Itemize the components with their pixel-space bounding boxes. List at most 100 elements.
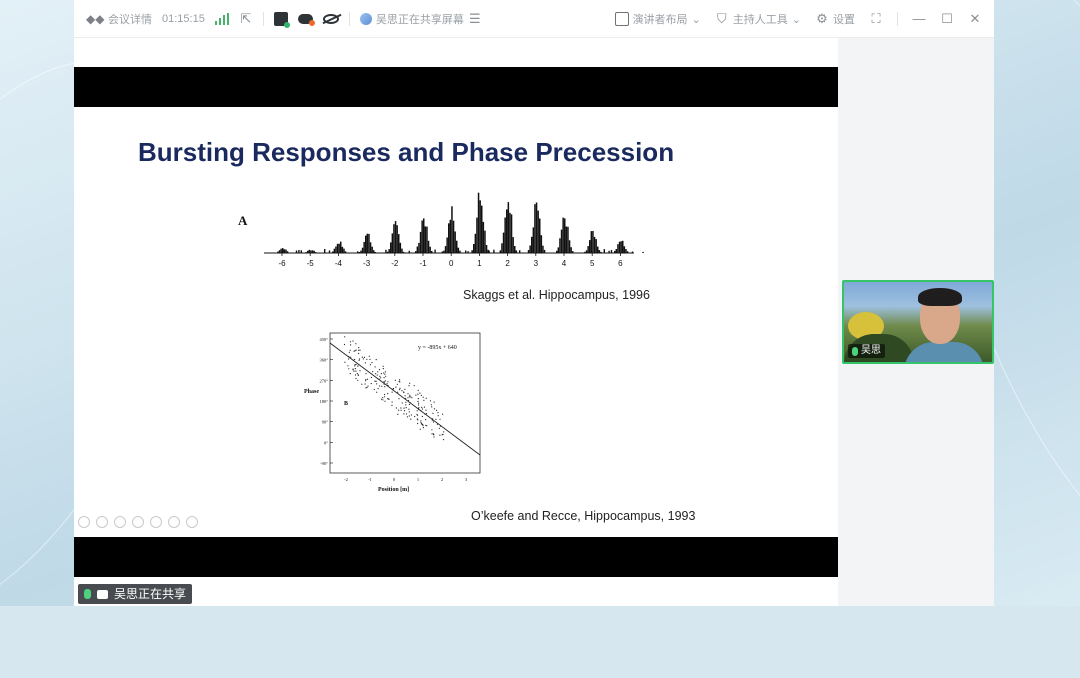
scatter-point: [417, 401, 418, 402]
histogram-bar: [363, 242, 365, 253]
fullscreen-icon[interactable]: ⛶: [869, 12, 883, 26]
ytick-label: 360°: [319, 358, 328, 363]
histogram-bar: [570, 247, 572, 253]
hide-view-icon[interactable]: [323, 14, 339, 24]
scatter-point: [379, 369, 380, 370]
scatter-point: [417, 394, 418, 395]
scatter-point: [362, 357, 363, 358]
scatter-point: [385, 371, 386, 372]
scatter-point: [404, 389, 405, 390]
scatter-point: [369, 359, 370, 360]
next-slide-icon[interactable]: [96, 516, 108, 528]
histogram-bar: [398, 234, 400, 253]
histogram-bar: [620, 241, 622, 253]
scatter-point: [399, 379, 400, 380]
meeting-details-button[interactable]: ◆◆ 会议详情: [86, 11, 152, 27]
pen-icon[interactable]: [114, 516, 126, 528]
histogram-bar: [367, 234, 369, 253]
histogram-bar: [456, 241, 458, 253]
histogram-bar: [559, 238, 561, 253]
scatter-point: [406, 413, 407, 414]
histogram-bar: [458, 248, 460, 253]
shield-icon: ⛉: [715, 12, 729, 26]
tick-label: 6: [618, 259, 623, 268]
histogram-bar: [481, 206, 483, 253]
xtick-label: 1: [417, 477, 419, 482]
scatter-point: [421, 423, 422, 424]
scatter-point: [414, 416, 415, 417]
histogram-bar: [285, 250, 287, 254]
histogram-bar: [597, 247, 599, 253]
histogram-bar: [619, 242, 621, 253]
histogram-bar: [473, 244, 475, 253]
record-icon[interactable]: [274, 12, 288, 26]
caption-okeefe: O’keefe and Recce, Hippocampus, 1993: [471, 509, 695, 523]
ytick-label: 180°: [319, 399, 328, 404]
histogram-bar: [476, 218, 478, 253]
scatter-point: [439, 419, 440, 420]
scatter-point: [407, 416, 408, 417]
scatter-point: [357, 380, 358, 381]
histogram-bar: [616, 249, 618, 253]
histogram-bar: [420, 232, 422, 253]
figure-b-panel-label: B: [344, 401, 348, 407]
scatter-point: [403, 392, 404, 393]
cloud-record-icon[interactable]: [298, 14, 313, 24]
histogram-bar: [642, 252, 644, 253]
scatter-point: [397, 384, 398, 385]
scatter-point: [395, 380, 396, 381]
figure-b-xlabel: Position [m]: [378, 487, 409, 493]
more-options-icon[interactable]: [186, 516, 198, 528]
scatter-point: [397, 414, 398, 415]
close-icon[interactable]: ✕: [968, 12, 982, 26]
chevron-down-icon: ⌄: [692, 13, 701, 26]
histogram-bar: [426, 227, 428, 253]
participant-video-tile[interactable]: 吴思: [842, 280, 994, 364]
scatter-point: [370, 364, 371, 365]
host-tools-button[interactable]: ⛉ 主持人工具 ⌄: [715, 11, 801, 27]
histogram-bar: [595, 239, 597, 253]
sharing-status-pill[interactable]: 吴思正在共享: [78, 584, 192, 604]
scatter-point: [359, 370, 360, 371]
scatter-point: [374, 389, 375, 390]
scatter-point: [384, 374, 385, 375]
scatter-point: [355, 368, 356, 369]
histogram-bar: [338, 244, 340, 253]
scatter-point: [409, 395, 410, 396]
letterbox-bottom: [74, 537, 838, 577]
scatter-point: [355, 343, 356, 344]
external-link-icon[interactable]: ⇱: [239, 12, 253, 26]
presenter-layout-label: 演讲者布局: [633, 11, 688, 27]
xtick-label: 2: [441, 477, 443, 482]
histogram-bar: [534, 204, 536, 253]
zoom-out-icon[interactable]: [168, 516, 180, 528]
scatter-point: [376, 392, 377, 393]
histogram-bar: [478, 193, 480, 253]
settings-label: 设置: [833, 11, 855, 27]
histogram-bar: [337, 244, 339, 253]
scatter-point: [409, 383, 410, 384]
histogram-bar: [334, 249, 336, 253]
settings-button[interactable]: ⚙ 设置: [815, 11, 855, 27]
zoom-in-icon[interactable]: [150, 516, 162, 528]
maximize-icon[interactable]: ☐: [940, 12, 954, 26]
divider: [897, 12, 898, 26]
histogram-bar: [280, 249, 282, 253]
figure-b-scatter: 450°360°270°180°90°0°-90° -2-10123 y = -…: [302, 329, 490, 497]
scatter-point: [372, 371, 373, 372]
prev-slide-icon[interactable]: [78, 516, 90, 528]
eraser-icon[interactable]: [132, 516, 144, 528]
histogram-bar: [335, 247, 337, 254]
scatter-point: [355, 374, 356, 375]
ytick-label: 450°: [319, 337, 328, 342]
scatter-point: [396, 407, 397, 408]
presenter-layout-button[interactable]: 演讲者布局 ⌄: [615, 11, 701, 27]
scatter-point: [417, 415, 418, 416]
sharing-status[interactable]: 吴思正在共享屏幕 ☰: [360, 11, 482, 27]
scatter-point: [426, 398, 427, 399]
figure-a-bars: [277, 193, 644, 253]
minimize-icon[interactable]: —: [912, 12, 926, 26]
histogram-bar: [400, 243, 402, 253]
scatter-point: [405, 395, 406, 396]
chevron-down-icon: ⌄: [792, 13, 801, 26]
